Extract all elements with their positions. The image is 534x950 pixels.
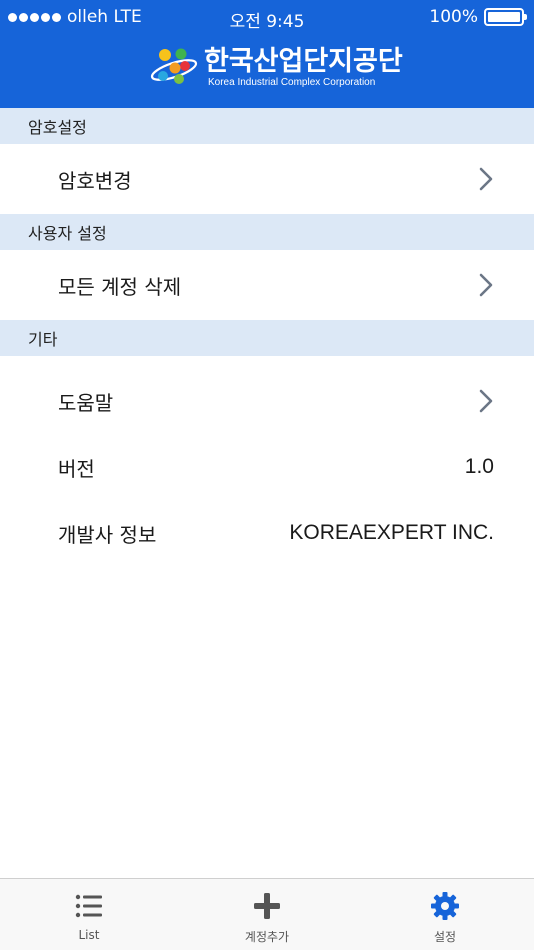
gear-icon [431,892,459,920]
row-label: 도움말 [58,390,114,415]
tab-add-account[interactable]: 계정추가 [178,879,356,950]
tab-list[interactable]: List [0,879,178,950]
status-bar: olleh LTE 오전 9:45 100% [0,0,534,34]
tab-label: 계정추가 [244,930,290,944]
tab-settings[interactable]: 설정 [356,879,534,950]
chevron-right-icon [479,389,493,413]
logo-english-text: Korea Industrial Complex Corporation [208,77,376,88]
developer-value: KOREAEXPERT INC. [289,521,494,544]
chevron-right-icon [479,167,493,191]
row-label: 버전 [58,456,95,481]
version-value: 1.0 [464,455,494,478]
tab-label: 설정 [433,930,457,944]
logo-mark-icon [150,48,198,84]
chevron-right-icon [479,273,493,297]
row-label: 개발사 정보 [58,522,157,547]
settings-list: 암호설정 암호변경 사용자 설정 모든 계정 삭제 기타 도움말 버전 1.0 … [0,108,534,566]
company-logo: 한국산업단지공단 Korea Industrial Complex Corpor… [148,42,403,94]
tab-label: List [78,928,100,942]
tab-bar: List 계정추가 설정 [0,878,534,950]
row-version: 버전 1.0 [0,434,534,500]
section-header-password: 암호설정 [0,108,534,144]
row-developer-info: 개발사 정보 KOREAEXPERT INC. [0,500,534,566]
logo-korean-text: 한국산업단지공단 [204,46,403,77]
section-header-user-settings: 사용자 설정 [0,214,534,250]
row-change-password[interactable]: 암호변경 [0,144,534,214]
row-label: 암호변경 [58,168,132,193]
app-header: olleh LTE 오전 9:45 100% 한국산업단지공단 Korea In… [0,0,534,108]
battery-percent: 100% [429,7,478,27]
plus-icon [254,893,280,919]
row-delete-all-accounts[interactable]: 모든 계정 삭제 [0,250,534,320]
row-help[interactable]: 도움말 [0,368,534,434]
list-icon [75,894,102,918]
section-header-etc: 기타 [0,320,534,356]
status-battery: 100% [429,7,527,27]
battery-icon [484,8,527,26]
row-label: 모든 계정 삭제 [58,274,182,299]
